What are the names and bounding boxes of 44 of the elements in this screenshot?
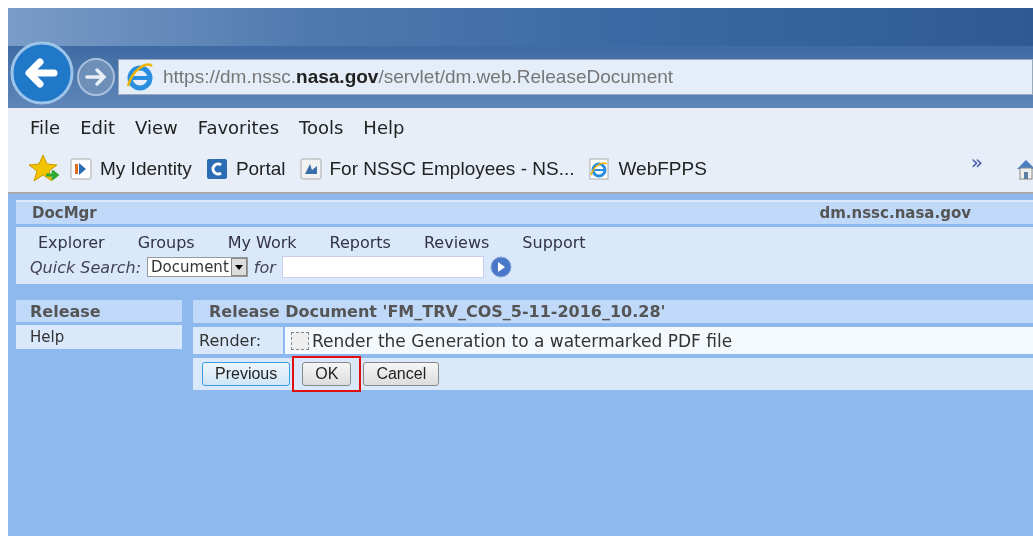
favorite-link[interactable]: My Identity [100,158,192,180]
favorite-link[interactable]: Portal [235,158,286,180]
search-field[interactable] [281,256,484,278]
for-label: for [253,257,276,277]
nav-link[interactable]: Groups [137,233,195,252]
panel-title: Release Document 'FM_TRV_COS_5-11-2016_10.28' [193,300,1033,323]
sidebar-title: Release [16,300,182,322]
action-button[interactable]: Cancel [363,362,440,386]
address-bar[interactable]: https://dm.nssc.nasa.gov/servlet/dm.web.ReleaseDocument [118,59,1033,95]
back-icon[interactable] [10,41,74,105]
menu-item[interactable]: Edit [80,116,115,138]
menu-item[interactable]: View [135,116,178,138]
ok-button[interactable]: OK [302,362,352,386]
field-label: Render: [193,327,283,354]
favorites-star-icon [28,153,62,185]
quick-search-label: Quick Search: [30,257,142,277]
nav-link[interactable]: My Work [227,233,297,252]
checkbox-label: Render the Generation to a watermarked PDF file [312,330,733,351]
menu-item[interactable]: Tools [299,116,344,138]
forward-icon[interactable] [76,57,116,97]
app-title: DocMgr [32,204,97,222]
action-button[interactable]: Previous [202,362,291,386]
c-logo-icon [205,158,228,180]
nav-link[interactable]: Reviews [423,233,490,252]
browser-icon [588,158,611,180]
host-name: dm.nssc.nasa.gov [819,204,971,222]
nav-link[interactable]: Explorer [38,233,105,252]
go-icon[interactable] [489,256,512,278]
scope-dropdown[interactable]: Document [147,257,248,277]
menu-item[interactable]: Help [363,116,405,138]
play-page-icon [70,158,92,180]
nav-link[interactable]: Support [522,233,586,252]
home-icon[interactable] [1015,157,1033,181]
checkbox[interactable] [291,331,309,350]
nav-link[interactable]: Reports [329,233,391,252]
menu-item[interactable]: File [30,116,61,138]
favorite-link[interactable]: WebFPPS [618,158,707,180]
url-text: https://dm.nssc.nasa.gov/servlet/dm.web.ReleaseDocument [163,66,674,88]
browser-icon [125,62,155,92]
chevron-icon[interactable]: » [970,150,983,174]
picture-page-icon [299,158,322,180]
favorite-link[interactable]: For NSSC Employees - NS... [329,158,575,180]
sidebar-link[interactable]: Help [16,325,182,349]
menu-item[interactable]: Favorites [197,116,279,138]
